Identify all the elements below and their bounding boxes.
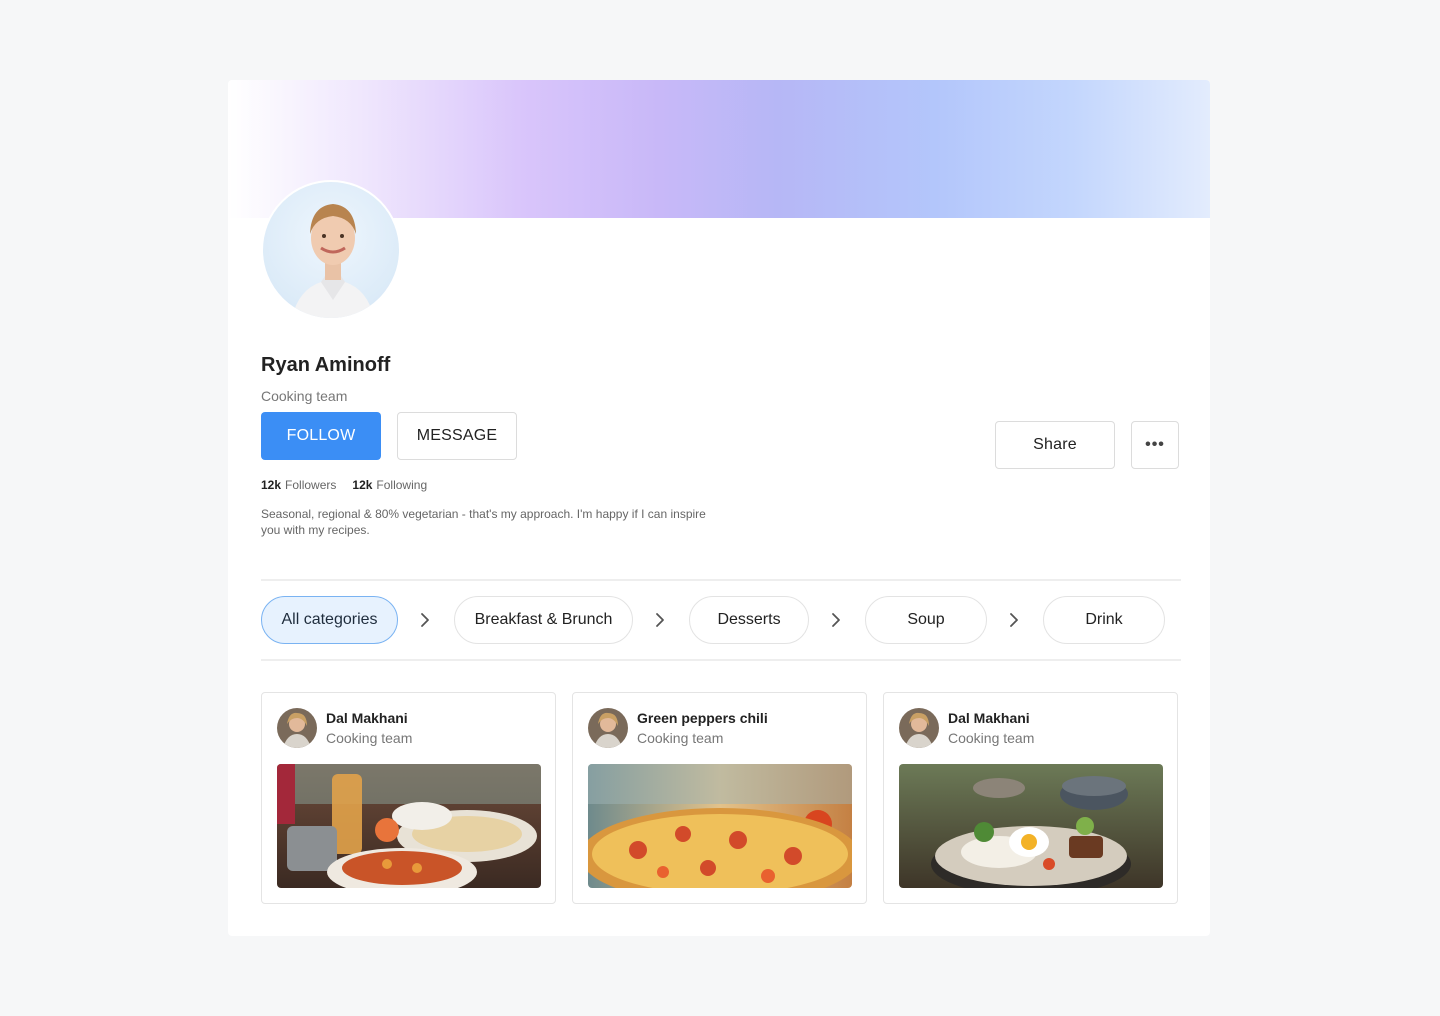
post-author-avatar (899, 708, 939, 748)
post-card[interactable]: Dal Makhani Cooking team (883, 692, 1178, 904)
post-image (588, 764, 852, 888)
post-title: Dal Makhani (948, 710, 1030, 726)
post-author-avatar (588, 708, 628, 748)
post-card[interactable]: Green peppers chili Cooking team (572, 692, 867, 904)
profile-bio: Seasonal, regional & 80% vegetarian - th… (261, 507, 706, 537)
post-author-avatar (277, 708, 317, 748)
category-chip-soup[interactable]: Soup (865, 596, 987, 644)
profile-avatar (261, 180, 401, 320)
follow-stats: 12k Followers 12k Following (261, 478, 427, 492)
divider-top (261, 579, 1181, 581)
post-card[interactable]: Dal Makhani Cooking team (261, 692, 556, 904)
share-button[interactable]: Share (995, 421, 1115, 469)
chevron-right-icon (421, 613, 429, 627)
profile-team: Cooking team (261, 388, 348, 404)
followers-count: 12k (261, 478, 282, 492)
profile-name: Ryan Aminoff (261, 354, 391, 376)
chevron-right-icon (656, 613, 664, 627)
more-button[interactable]: ••• (1131, 421, 1179, 469)
following-label: Following (376, 478, 428, 492)
post-image (277, 764, 541, 888)
message-button[interactable]: MESSAGE (397, 412, 517, 460)
followers-stat[interactable]: 12k Followers (261, 478, 336, 492)
more-horizontal-icon: ••• (1145, 436, 1165, 453)
category-chip-desserts[interactable]: Desserts (689, 596, 809, 644)
profile-card: Ryan Aminoff Cooking team FOLLOW MESSAGE… (228, 80, 1210, 936)
post-title: Dal Makhani (326, 710, 408, 726)
divider-bottom (261, 659, 1181, 661)
post-image (899, 764, 1163, 888)
post-title: Green peppers chili (637, 710, 768, 726)
following-count: 12k (352, 478, 373, 492)
category-chip-all[interactable]: All categories (261, 596, 398, 644)
chevron-right-icon (1010, 613, 1018, 627)
post-subtitle: Cooking team (326, 730, 413, 746)
follow-button[interactable]: FOLLOW (261, 412, 381, 460)
following-stat[interactable]: 12k Following (352, 478, 427, 492)
chevron-right-icon (832, 613, 840, 627)
category-chip-breakfast[interactable]: Breakfast & Brunch (454, 596, 633, 644)
followers-label: Followers (285, 478, 337, 492)
post-subtitle: Cooking team (637, 730, 724, 746)
category-chip-drink[interactable]: Drink (1043, 596, 1165, 644)
post-subtitle: Cooking team (948, 730, 1035, 746)
